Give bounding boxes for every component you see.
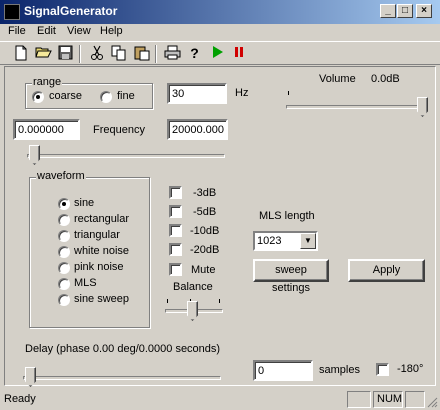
save-icon[interactable] bbox=[57, 45, 74, 62]
samples-input[interactable]: 0 bbox=[253, 360, 313, 381]
checkbox-invert-phase[interactable] bbox=[376, 363, 389, 376]
status-panel-blank bbox=[347, 391, 371, 408]
balance-slider-thumb[interactable] bbox=[187, 301, 198, 321]
help-icon[interactable]: ? bbox=[186, 45, 203, 62]
range-legend: range bbox=[32, 76, 63, 88]
radio-sine-label: sine bbox=[74, 197, 95, 209]
radio-sine[interactable] bbox=[58, 198, 70, 210]
radio-coarse[interactable] bbox=[32, 91, 44, 103]
radio-mls[interactable] bbox=[58, 278, 70, 290]
checkbox-minus-3db-label: -3dB bbox=[193, 187, 217, 199]
radio-sine-sweep-label: sine sweep bbox=[74, 293, 130, 305]
open-folder-icon[interactable] bbox=[35, 45, 52, 62]
frequency-max-input[interactable]: 20000.000 bbox=[167, 119, 228, 140]
checkbox-invert-phase-label: -180° bbox=[397, 363, 424, 375]
chevron-down-icon[interactable]: ▼ bbox=[300, 233, 316, 249]
print-icon[interactable] bbox=[164, 45, 181, 62]
signal-generator-window: SignalGenerator _ □ × File Edit View Hel… bbox=[0, 0, 440, 410]
checkbox-minus-20db-label: -20dB bbox=[190, 244, 220, 256]
menu-help[interactable]: Help bbox=[100, 25, 123, 37]
toolbar: ? bbox=[0, 41, 440, 65]
radio-white-noise[interactable] bbox=[58, 246, 70, 258]
delay-label: Delay (phase 0.00 deg/0.0000 seconds) bbox=[25, 343, 221, 355]
waveform-legend: waveform bbox=[36, 170, 86, 182]
radio-triangular-label: triangular bbox=[74, 229, 120, 241]
radio-fine-label: fine bbox=[117, 90, 135, 102]
title-bar[interactable]: SignalGenerator _ □ × bbox=[0, 0, 440, 24]
resize-grip-icon[interactable] bbox=[426, 396, 438, 408]
hz-input[interactable]: 30 bbox=[167, 83, 227, 104]
radio-triangular[interactable] bbox=[58, 230, 70, 242]
status-num: NUM bbox=[373, 391, 403, 408]
volume-slider-track[interactable] bbox=[286, 105, 426, 109]
window-title: SignalGenerator bbox=[24, 4, 118, 18]
frequency-label: Frequency bbox=[93, 124, 145, 136]
checkbox-minus-10db[interactable] bbox=[169, 224, 182, 237]
play-icon[interactable] bbox=[208, 45, 225, 62]
balance-label: Balance bbox=[173, 281, 213, 293]
checkbox-minus-5db-label: -5dB bbox=[193, 206, 217, 218]
main-panel: range coarse fine 30 Hz Volume 0.0dB 0.0… bbox=[4, 66, 436, 387]
cut-icon[interactable] bbox=[88, 45, 105, 62]
pause-icon[interactable] bbox=[230, 45, 247, 62]
menu-view[interactable]: View bbox=[67, 25, 91, 37]
hz-label: Hz bbox=[235, 87, 249, 99]
menu-file[interactable]: File bbox=[8, 25, 26, 37]
sweep-settings-button[interactable]: sweep settings bbox=[253, 259, 329, 294]
radio-mls-label: MLS bbox=[74, 277, 97, 289]
mls-length-label: MLS length bbox=[259, 210, 315, 222]
app-icon bbox=[4, 4, 20, 20]
radio-rectangular-label: rectangular bbox=[74, 213, 130, 225]
mls-length-select[interactable]: 1023 ▼ bbox=[253, 231, 318, 251]
status-text: Ready bbox=[4, 393, 36, 405]
delay-slider-thumb[interactable] bbox=[25, 367, 36, 387]
radio-pink-noise-label: pink noise bbox=[74, 261, 124, 273]
volume-slider-thumb[interactable] bbox=[417, 97, 428, 117]
radio-pink-noise[interactable] bbox=[58, 262, 70, 274]
checkbox-minus-5db[interactable] bbox=[169, 205, 182, 218]
maximize-button[interactable]: □ bbox=[397, 4, 413, 18]
waveform-group: waveform sine rectangular triangular whi… bbox=[29, 170, 150, 328]
minimize-button[interactable]: _ bbox=[380, 4, 396, 18]
volume-label: Volume bbox=[319, 73, 356, 85]
delay-slider-track[interactable] bbox=[23, 376, 221, 380]
copy-icon[interactable] bbox=[110, 45, 127, 62]
samples-label: samples bbox=[319, 364, 360, 376]
frequency-slider-track[interactable] bbox=[27, 154, 225, 158]
status-bar: Ready NUM bbox=[0, 390, 440, 410]
checkbox-minus-10db-label: -10dB bbox=[190, 225, 220, 237]
paste-icon[interactable] bbox=[133, 45, 150, 62]
checkbox-mute-label: Mute bbox=[191, 264, 216, 276]
close-button[interactable]: × bbox=[416, 4, 432, 18]
status-panel-blank-2 bbox=[405, 391, 425, 408]
checkbox-minus-20db[interactable] bbox=[169, 243, 182, 256]
frequency-slider-thumb[interactable] bbox=[29, 145, 40, 165]
frequency-min-input[interactable]: 0.000000 bbox=[13, 119, 80, 140]
checkbox-mute[interactable] bbox=[169, 263, 182, 276]
radio-sine-sweep[interactable] bbox=[58, 294, 70, 306]
volume-value: 0.0dB bbox=[371, 73, 400, 85]
radio-coarse-label: coarse bbox=[49, 90, 83, 102]
checkbox-minus-3db[interactable] bbox=[169, 186, 182, 199]
radio-rectangular[interactable] bbox=[58, 214, 70, 226]
new-file-icon[interactable] bbox=[12, 45, 29, 62]
range-group: range coarse fine bbox=[25, 76, 153, 109]
apply-button[interactable]: Apply bbox=[348, 259, 425, 282]
mls-length-value: 1023 bbox=[257, 235, 282, 247]
radio-white-noise-label: white noise bbox=[74, 245, 130, 257]
menu-bar: File Edit View Help bbox=[0, 24, 440, 41]
radio-fine[interactable] bbox=[100, 91, 112, 103]
menu-edit[interactable]: Edit bbox=[37, 25, 56, 37]
